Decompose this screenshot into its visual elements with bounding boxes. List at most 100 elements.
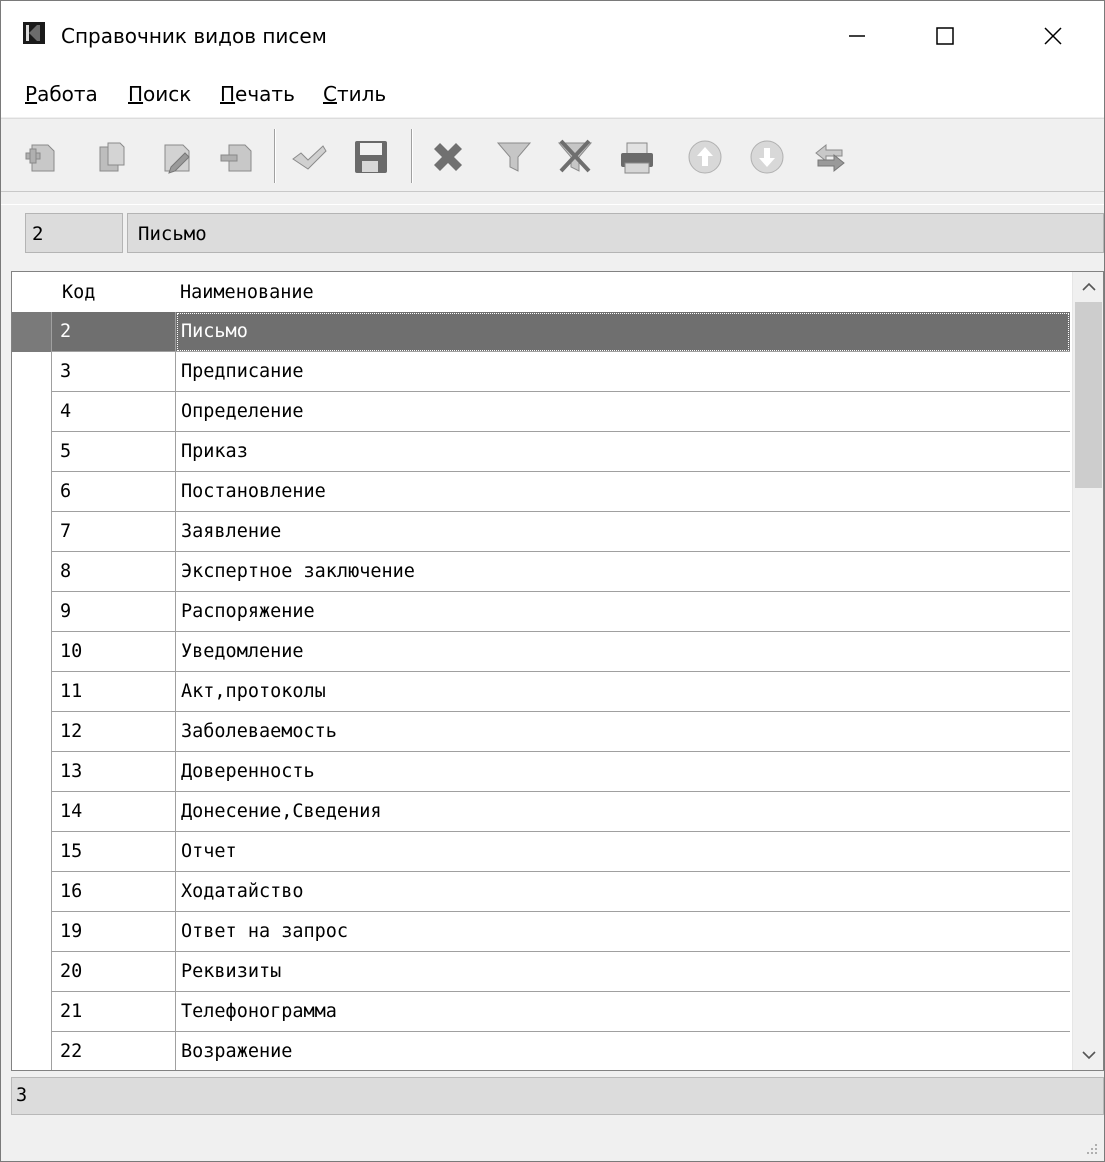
cell-name[interactable]: Заявление bbox=[176, 512, 1070, 552]
row-indicator[interactable] bbox=[12, 792, 52, 832]
minimize-button[interactable] bbox=[827, 15, 887, 57]
cell-name[interactable]: Реквизиты bbox=[176, 952, 1070, 992]
filter-button[interactable] bbox=[490, 133, 538, 181]
menu-stil[interactable]: Стиль bbox=[323, 81, 386, 107]
cell-name[interactable]: Определение bbox=[176, 392, 1070, 432]
cell-name[interactable]: Заболеваемость bbox=[176, 712, 1070, 752]
cell-code[interactable]: 10 bbox=[52, 632, 176, 672]
scroll-thumb[interactable] bbox=[1075, 302, 1102, 488]
cell-code[interactable]: 20 bbox=[52, 952, 176, 992]
row-indicator[interactable] bbox=[12, 552, 52, 592]
cell-name[interactable]: Письмо bbox=[176, 312, 1070, 352]
cell-code[interactable]: 22 bbox=[52, 1032, 176, 1070]
refresh-button[interactable] bbox=[806, 133, 854, 181]
cancel-button[interactable] bbox=[424, 133, 472, 181]
cell-name[interactable]: Телефонограмма bbox=[176, 992, 1070, 1032]
table-row[interactable]: 3 Предписание bbox=[12, 352, 1070, 392]
cell-name[interactable]: Ответ на запрос bbox=[176, 912, 1070, 952]
cell-code[interactable]: 13 bbox=[52, 752, 176, 792]
cell-name[interactable]: Доверенность bbox=[176, 752, 1070, 792]
table-row[interactable]: 15 Отчет bbox=[12, 832, 1070, 872]
cell-name[interactable]: Приказ bbox=[176, 432, 1070, 472]
copy-record-button[interactable] bbox=[88, 133, 136, 181]
row-indicator[interactable] bbox=[12, 752, 52, 792]
row-indicator[interactable] bbox=[12, 832, 52, 872]
cell-code[interactable]: 4 bbox=[52, 392, 176, 432]
row-indicator[interactable] bbox=[12, 352, 52, 392]
scroll-down-button[interactable] bbox=[1073, 1040, 1103, 1070]
row-indicator[interactable] bbox=[12, 512, 52, 552]
menu-rabota[interactable]: Работа bbox=[25, 81, 98, 107]
cell-name[interactable]: Отчет bbox=[176, 832, 1070, 872]
cell-code[interactable]: 15 bbox=[52, 832, 176, 872]
splitter[interactable] bbox=[1, 191, 1104, 205]
row-indicator[interactable] bbox=[12, 472, 52, 512]
table-row[interactable]: 4 Определение bbox=[12, 392, 1070, 432]
cell-code[interactable]: 6 bbox=[52, 472, 176, 512]
table-row[interactable]: 8 Экспертное заключение bbox=[12, 552, 1070, 592]
table-row[interactable]: 7 Заявление bbox=[12, 512, 1070, 552]
table-row[interactable]: 12 Заболеваемость bbox=[12, 712, 1070, 752]
table-row[interactable]: 2 Письмо bbox=[12, 312, 1070, 352]
menu-pechat[interactable]: Печать bbox=[220, 81, 295, 107]
cell-code[interactable]: 11 bbox=[52, 672, 176, 712]
cell-name[interactable]: Предписание bbox=[176, 352, 1070, 392]
row-indicator[interactable] bbox=[12, 632, 52, 672]
cell-code[interactable]: 2 bbox=[52, 312, 176, 352]
row-indicator[interactable] bbox=[12, 312, 52, 352]
table-row[interactable]: 20 Реквизиты bbox=[12, 952, 1070, 992]
cell-name[interactable]: Возражение bbox=[176, 1032, 1070, 1070]
cell-code[interactable]: 14 bbox=[52, 792, 176, 832]
column-header-code[interactable]: Код bbox=[62, 273, 95, 313]
move-down-button[interactable] bbox=[743, 133, 791, 181]
cell-code[interactable]: 16 bbox=[52, 872, 176, 912]
table-row[interactable]: 13 Доверенность bbox=[12, 752, 1070, 792]
row-indicator[interactable] bbox=[12, 952, 52, 992]
table-row[interactable]: 14 Донесение,Сведения bbox=[12, 792, 1070, 832]
resize-grip-icon[interactable] bbox=[1084, 1141, 1098, 1155]
table-row[interactable]: 11 Акт,протоколы bbox=[12, 672, 1070, 712]
cell-code[interactable]: 8 bbox=[52, 552, 176, 592]
cell-name[interactable]: Акт,протоколы bbox=[176, 672, 1070, 712]
delete-record-button[interactable] bbox=[213, 133, 261, 181]
cell-name[interactable]: Постановление bbox=[176, 472, 1070, 512]
cell-code[interactable]: 3 bbox=[52, 352, 176, 392]
table-row[interactable]: 5 Приказ bbox=[12, 432, 1070, 472]
cell-name[interactable]: Донесение,Сведения bbox=[176, 792, 1070, 832]
current-code-field[interactable]: 2 bbox=[25, 213, 123, 253]
move-up-button[interactable] bbox=[681, 133, 729, 181]
cell-code[interactable]: 19 bbox=[52, 912, 176, 952]
vertical-scrollbar[interactable] bbox=[1072, 272, 1103, 1070]
edit-record-button[interactable] bbox=[153, 133, 201, 181]
cell-code[interactable]: 5 bbox=[52, 432, 176, 472]
table-row[interactable]: 16 Ходатайство bbox=[12, 872, 1070, 912]
row-indicator[interactable] bbox=[12, 432, 52, 472]
table-row[interactable]: 9 Распоряжение bbox=[12, 592, 1070, 632]
cell-code[interactable]: 9 bbox=[52, 592, 176, 632]
column-header-name[interactable]: Наименование bbox=[180, 273, 314, 313]
cell-code[interactable]: 21 bbox=[52, 992, 176, 1032]
table-row[interactable]: 22 Возражение bbox=[12, 1032, 1070, 1070]
row-indicator[interactable] bbox=[12, 912, 52, 952]
confirm-button[interactable] bbox=[285, 133, 333, 181]
row-indicator[interactable] bbox=[12, 672, 52, 712]
row-indicator[interactable] bbox=[12, 1032, 52, 1070]
cell-name[interactable]: Ходатайство bbox=[176, 872, 1070, 912]
scroll-up-button[interactable] bbox=[1073, 272, 1103, 302]
table-row[interactable]: 21 Телефонограмма bbox=[12, 992, 1070, 1032]
cell-name[interactable]: Экспертное заключение bbox=[176, 552, 1070, 592]
cell-name[interactable]: Уведомление bbox=[176, 632, 1070, 672]
cell-code[interactable]: 12 bbox=[52, 712, 176, 752]
row-indicator[interactable] bbox=[12, 992, 52, 1032]
save-button[interactable] bbox=[347, 133, 395, 181]
table-row[interactable]: 10 Уведомление bbox=[12, 632, 1070, 672]
table-row[interactable]: 19 Ответ на запрос bbox=[12, 912, 1070, 952]
print-button[interactable] bbox=[613, 133, 661, 181]
row-indicator[interactable] bbox=[12, 712, 52, 752]
menu-poisk[interactable]: Поиск bbox=[128, 81, 191, 107]
table-row[interactable]: 6 Постановление bbox=[12, 472, 1070, 512]
current-name-field[interactable]: Письмо bbox=[127, 213, 1104, 253]
add-record-button[interactable] bbox=[18, 133, 66, 181]
row-indicator[interactable] bbox=[12, 392, 52, 432]
maximize-button[interactable] bbox=[915, 15, 975, 57]
